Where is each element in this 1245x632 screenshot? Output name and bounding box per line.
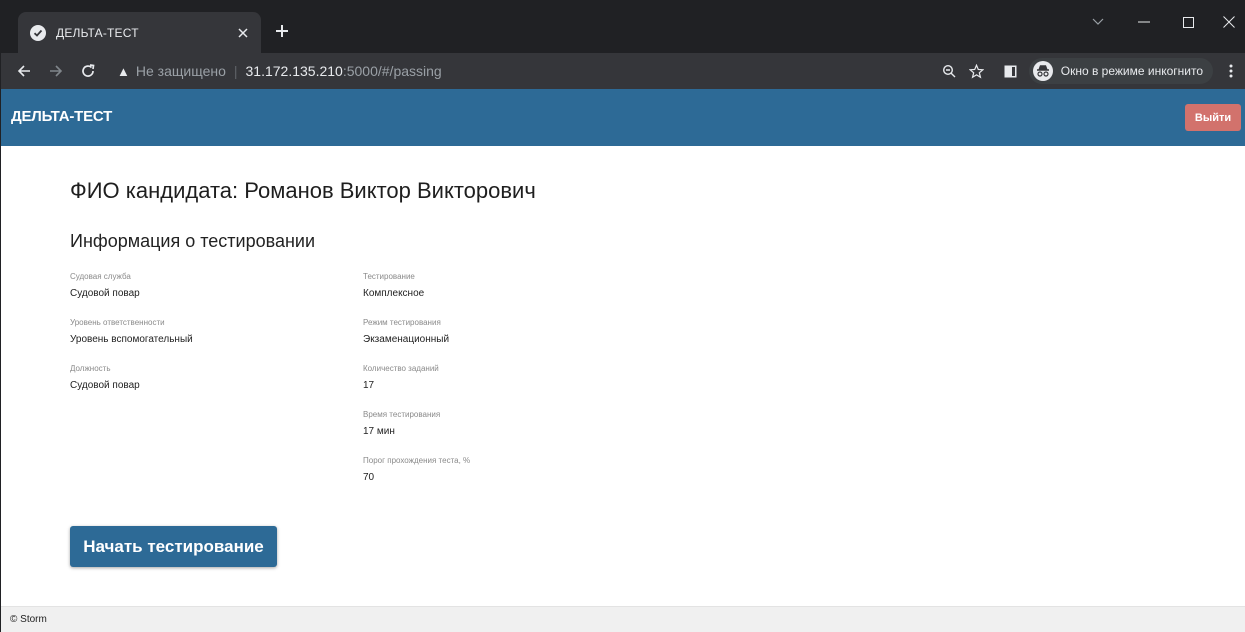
star-icon[interactable]: [963, 57, 991, 85]
footer: © Storm: [1, 606, 1245, 632]
incognito-label: Окно в режиме инкогнито: [1060, 64, 1203, 78]
tab-strip: ДЕЛЬТА-ТЕСТ: [1, 0, 1245, 53]
tab-title: ДЕЛЬТА-ТЕСТ: [56, 25, 139, 40]
field-label: Время тестирования: [363, 410, 441, 419]
info-field-ship-service: Судовая служба Судовой повар: [70, 272, 193, 318]
maximize-icon[interactable]: [1171, 10, 1205, 34]
sidepanel-icon[interactable]: [997, 57, 1025, 85]
field-label: Тестирование: [363, 272, 415, 281]
field-value: Экзаменационный: [363, 334, 450, 345]
right-info-column: Тестирование Комплексное Режим тестирова…: [363, 272, 470, 502]
browser-toolbar: ▲ Не защищено | 31.172.135.210 :5000/#/p…: [1, 53, 1245, 89]
field-value: 70: [363, 472, 375, 483]
field-value: Судовой повар: [70, 288, 140, 299]
candidate-title: ФИО кандидата: Романов Виктор Викторович: [70, 178, 536, 203]
browser-tab[interactable]: ДЕЛЬТА-ТЕСТ: [18, 12, 261, 53]
not-secure-label: Не защищено: [135, 63, 226, 79]
logout-button[interactable]: Выйти: [1185, 104, 1241, 131]
window-close-icon[interactable]: [1212, 10, 1245, 34]
field-label: Уровень ответственности: [70, 318, 165, 327]
incognito-badge[interactable]: Окно в режиме инкогнито: [1028, 58, 1213, 84]
menu-icon[interactable]: [1217, 57, 1245, 85]
info-field-testing-time: Время тестирования 17 мин: [363, 410, 470, 456]
info-field-position: Должность Судовой повар: [70, 364, 193, 410]
field-label: Судовая служба: [70, 272, 131, 281]
info-field-testing-type: Тестирование Комплексное: [363, 272, 470, 318]
main-content: ФИО кандидата: Романов Виктор Викторович…: [1, 146, 1245, 606]
field-value: Уровень вспомогательный: [70, 334, 193, 345]
info-field-task-count: Количество заданий 17: [363, 364, 470, 410]
warning-icon: ▲: [117, 63, 130, 79]
app-header: ДЕЛЬТА-ТЕСТ Выйти: [1, 89, 1245, 146]
forward-icon[interactable]: [43, 58, 69, 84]
section-title: Информация о тестировании: [70, 231, 316, 251]
toolbar-right: Окно в режиме инкогнито: [935, 57, 1245, 85]
address-bar[interactable]: ▲ Не защищено | 31.172.135.210 :5000/#/p…: [117, 57, 987, 85]
reload-icon[interactable]: [75, 58, 101, 84]
close-icon[interactable]: [235, 25, 251, 41]
field-label: Порог прохождения теста, %: [363, 456, 471, 465]
field-value: 17: [363, 380, 375, 391]
back-icon[interactable]: [11, 58, 37, 84]
left-info-column: Судовая служба Судовой повар Уровень отв…: [70, 272, 193, 410]
info-field-responsibility-level: Уровень ответственности Уровень вспомога…: [70, 318, 193, 364]
zoom-icon[interactable]: [935, 57, 963, 85]
field-value: 17 мин: [363, 426, 395, 437]
info-field-testing-mode: Режим тестирования Экзаменационный: [363, 318, 470, 364]
field-value: Судовой повар: [70, 380, 140, 391]
start-testing-button[interactable]: Начать тестирование: [70, 526, 277, 567]
check-favicon-icon: [30, 24, 46, 41]
browser-window: ДЕЛЬТА-ТЕСТ ▲ Не защищено | 31.172.135.2…: [0, 0, 1245, 632]
field-value: Комплексное: [363, 288, 425, 299]
minimize-icon[interactable]: [1127, 10, 1161, 34]
incognito-icon: [1032, 61, 1053, 81]
address-separator: |: [233, 63, 238, 79]
field-label: Режим тестирования: [363, 318, 441, 327]
info-field-pass-threshold: Порог прохождения теста, % 70: [363, 456, 470, 502]
address-path: :5000/#/passing: [342, 63, 442, 79]
field-label: Количество заданий: [363, 364, 439, 373]
plus-icon[interactable]: [273, 22, 291, 40]
tab-search-icon[interactable]: [1081, 10, 1115, 34]
field-label: Должность: [70, 364, 111, 373]
brand-logo-text[interactable]: ДЕЛЬТА-ТЕСТ: [11, 108, 112, 125]
address-host: 31.172.135.210: [245, 63, 343, 79]
